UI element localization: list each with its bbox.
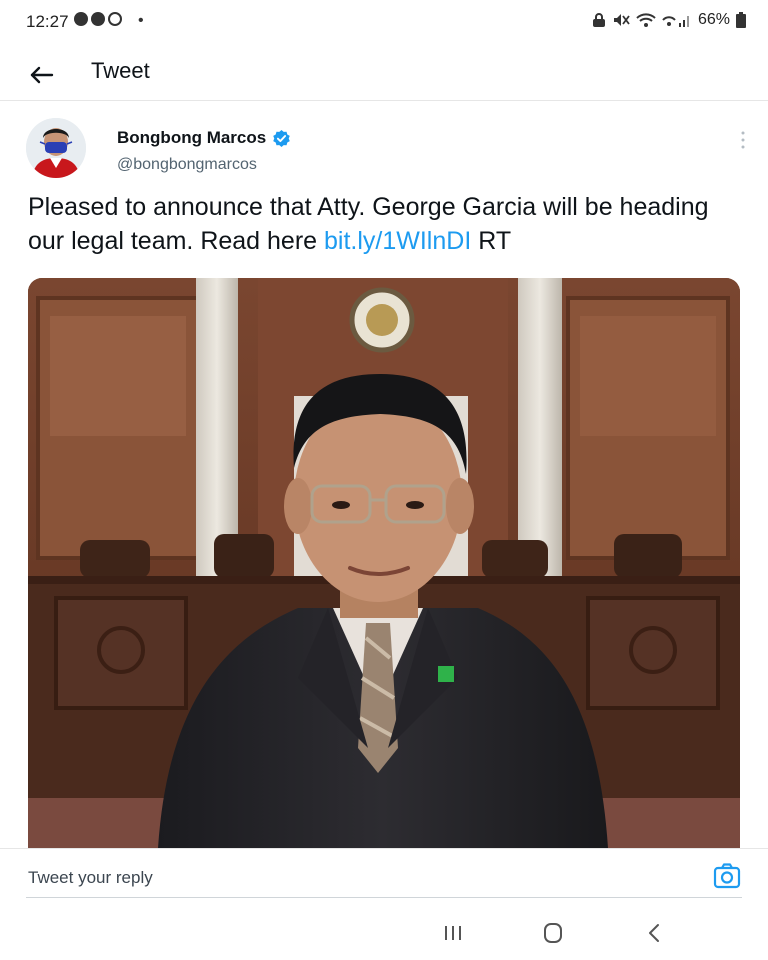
more-options-icon[interactable] (736, 128, 750, 152)
system-navigation-bar (0, 904, 768, 960)
reply-input[interactable] (28, 864, 688, 892)
tweet-text-suffix: RT (471, 227, 512, 255)
header-divider (0, 100, 768, 101)
mute-icon (613, 14, 630, 26)
tweet-photo[interactable] (28, 278, 740, 848)
status-system-icons: 66% (592, 11, 746, 29)
author-name-text[interactable]: Bongbong Marcos (117, 128, 266, 148)
vpn-icon (91, 12, 105, 26)
whatsapp-icon (108, 12, 122, 26)
page-title: Tweet (91, 58, 150, 83)
reply-divider (0, 848, 768, 849)
wifi-icon (636, 13, 656, 27)
back-nav-icon[interactable] (640, 920, 670, 946)
tweet-link[interactable]: bit.ly/1WIlnDI (324, 227, 471, 255)
signal-icon (662, 16, 689, 27)
back-arrow-icon[interactable] (24, 58, 58, 92)
home-icon[interactable] (538, 920, 568, 946)
verified-badge-icon (273, 129, 290, 147)
camera-icon[interactable] (713, 862, 741, 890)
author-name[interactable]: Bongbong Marcos (117, 128, 291, 148)
status-bar: 12:27 • 66% (0, 0, 768, 44)
recent-apps-icon[interactable] (438, 920, 468, 946)
lock-icon (592, 13, 605, 27)
status-separator: • (138, 12, 144, 29)
tweet-header: Tweet (0, 48, 768, 100)
battery-percent: 66% (697, 11, 730, 28)
status-time: 12:27 (26, 12, 69, 31)
author-handle[interactable]: @bongbongmarcos (117, 156, 257, 174)
reply-underline (26, 897, 742, 898)
status-notification-icons (74, 12, 122, 26)
avatar[interactable] (26, 118, 86, 178)
tweet-text: Pleased to announce that Atty. George Ga… (28, 190, 728, 258)
shield-icon (74, 12, 88, 26)
battery-icon (736, 12, 746, 28)
